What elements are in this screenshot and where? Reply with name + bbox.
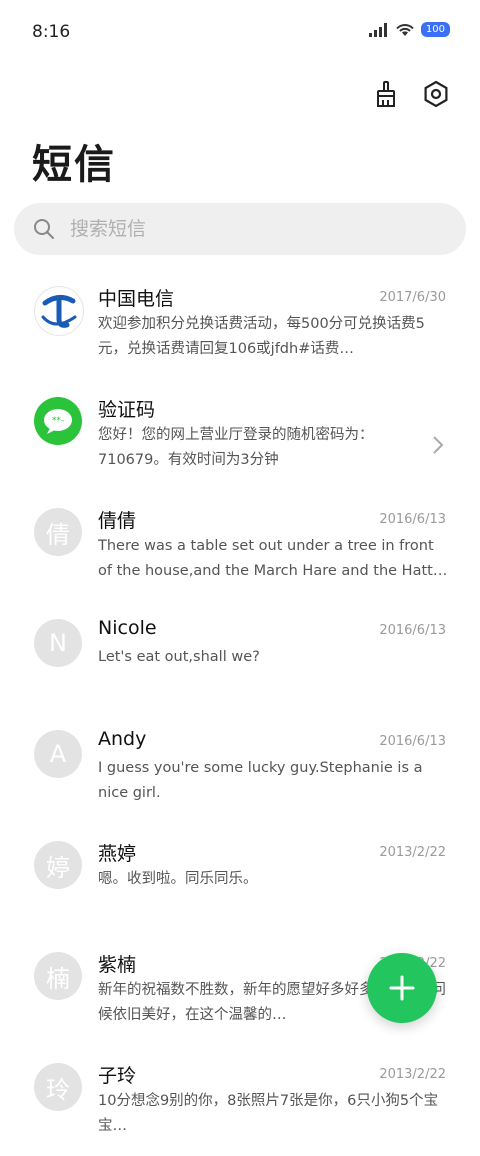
message-item[interactable]: N Nicole 2016/6/13 Let's eat out,shall w…: [0, 601, 480, 712]
message-date: 2016/6/13: [379, 623, 446, 638]
settings-button[interactable]: [420, 78, 452, 110]
message-preview: I guess you're some lucky guy.Stephanie …: [98, 760, 423, 801]
message-preview: 嗯。收到啦。同乐同乐。: [98, 871, 258, 887]
message-preview: There was a table set out under a tree i…: [98, 538, 448, 579]
search-bar[interactable]: [14, 203, 466, 255]
message-date: 2016/6/13: [379, 734, 446, 749]
signal-icon: [368, 22, 387, 37]
avatar: 楠: [34, 952, 82, 1000]
status-time: 8:16: [32, 22, 71, 42]
sender-name: Andy: [98, 728, 147, 750]
sender-name: 紫楠: [98, 954, 137, 976]
battery-indicator: 100: [420, 22, 450, 37]
message-date: 2013/2/22: [379, 1067, 446, 1082]
sender-name: 燕婷: [98, 843, 137, 865]
chevron-right-icon: [433, 436, 444, 454]
message-item[interactable]: A Andy 2016/6/13 I guess you're some luc…: [0, 712, 480, 823]
search-icon: [34, 219, 54, 239]
sender-name: 验证码: [98, 399, 156, 421]
message-item[interactable]: **- 验证码 您好！您的网上营业厅登录的随机密码为：710679。有效时间为3…: [0, 379, 480, 490]
message-item[interactable]: 玲 子玲 2013/2/22 10分想念9别的你，8张照片7张是你，6只小狗5个…: [0, 1045, 480, 1156]
svg-text:**-: **-: [52, 416, 64, 426]
message-bubble-icon: **-: [34, 397, 82, 445]
message-item[interactable]: 倩 倩倩 2016/6/13 There was a table set out…: [0, 490, 480, 601]
clean-button[interactable]: [370, 78, 402, 110]
compose-button[interactable]: [367, 953, 437, 1023]
telecom-logo-icon: [34, 286, 84, 336]
status-icons: 100: [368, 22, 450, 37]
message-preview: 10分想念9别的你，8张照片7张是你，6只小狗5个宝宝…: [98, 1093, 439, 1134]
status-bar: 8:16 100: [0, 0, 480, 64]
toolbar: [370, 78, 452, 110]
message-item[interactable]: 婷 燕婷 2013/2/22 嗯。收到啦。同乐同乐。: [0, 823, 480, 934]
avatar: 玲: [34, 1063, 82, 1111]
search-input[interactable]: [68, 217, 432, 241]
message-date: 2017/6/30: [379, 290, 446, 305]
avatar: 婷: [34, 841, 82, 889]
gear-icon: [424, 80, 448, 108]
message-list: 中国电信 2017/6/30 欢迎参加积分兑换话费活动，每500分可兑换话费5元…: [0, 268, 480, 1156]
avatar: 倩: [34, 508, 82, 556]
page-title: 短信: [32, 142, 116, 188]
broom-icon: [377, 81, 395, 107]
message-date: 2013/2/22: [379, 845, 446, 860]
sender-name: 倩倩: [98, 510, 137, 532]
plus-icon: [389, 975, 415, 1001]
message-preview: 欢迎参加积分兑换话费活动，每500分可兑换话费5元，兑换话费请回复106或jfd…: [98, 316, 425, 357]
avatar: N: [34, 619, 82, 667]
sender-name: 子玲: [98, 1065, 137, 1087]
avatar: A: [34, 730, 82, 778]
sender-name: 中国电信: [98, 288, 175, 310]
message-date: 2016/6/13: [379, 512, 446, 527]
wifi-icon: [396, 23, 414, 36]
message-preview: 您好！您的网上营业厅登录的随机密码为：710679。有效时间为3分钟: [98, 427, 374, 468]
sender-name: Nicole: [98, 617, 157, 639]
message-preview: Let's eat out,shall we?: [98, 649, 260, 665]
message-item[interactable]: 中国电信 2017/6/30 欢迎参加积分兑换话费活动，每500分可兑换话费5元…: [0, 268, 480, 379]
